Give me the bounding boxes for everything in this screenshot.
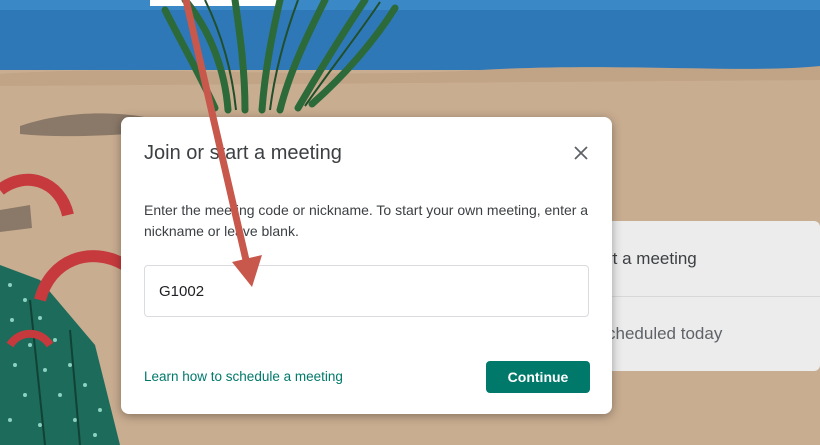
close-button[interactable] bbox=[567, 139, 595, 167]
scheduled-today-menu-item[interactable]: cheduled today bbox=[585, 296, 820, 371]
dialog-description: Enter the meeting code or nickname. To s… bbox=[144, 202, 589, 239]
learn-schedule-link[interactable]: Learn how to schedule a meeting bbox=[144, 369, 343, 384]
continue-button[interactable]: Continue bbox=[486, 361, 590, 393]
start-meeting-menu-item[interactable]: rt a meeting bbox=[585, 221, 820, 296]
meeting-code-input[interactable] bbox=[144, 265, 589, 317]
background-meeting-menu: rt a meeting cheduled today bbox=[585, 221, 820, 371]
close-icon bbox=[574, 146, 588, 160]
join-meeting-dialog: Join or start a meeting Enter the meetin… bbox=[121, 117, 612, 414]
menu-item-label: rt a meeting bbox=[607, 248, 697, 268]
menu-item-label: cheduled today bbox=[607, 324, 723, 343]
dialog-title: Join or start a meeting bbox=[144, 142, 342, 164]
